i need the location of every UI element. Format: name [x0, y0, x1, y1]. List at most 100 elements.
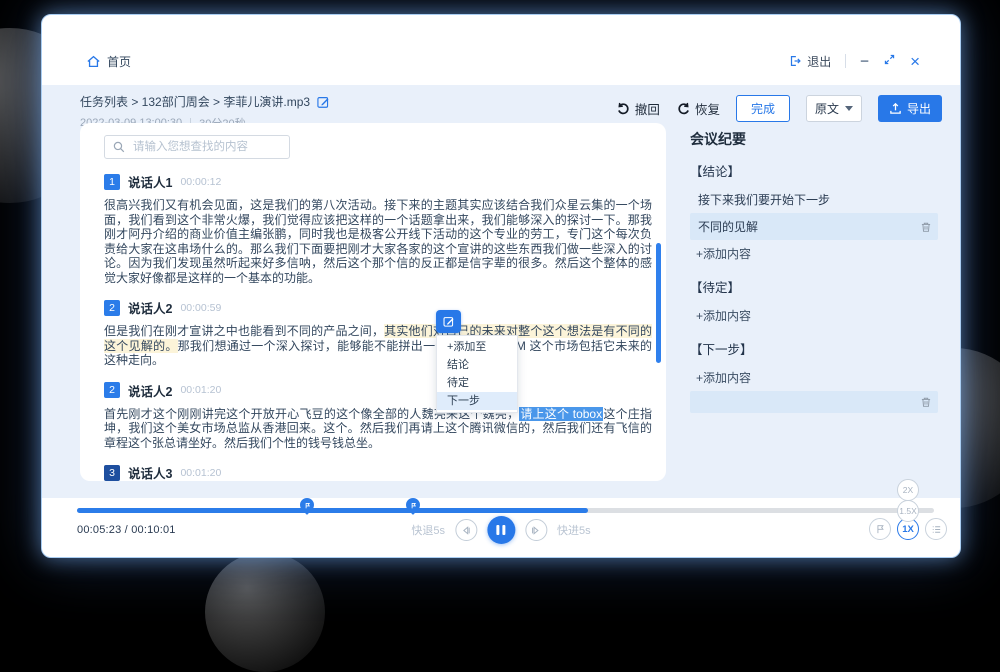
done-button[interactable]: 完成 [736, 95, 790, 122]
redo-icon [676, 101, 691, 116]
transcript-paragraph[interactable]: 但是我们在刚才宣讲之中也能看到不同的产品之间，其实他们对自己的未来对整个这个想法… [104, 324, 652, 368]
chevron-down-icon [845, 106, 853, 111]
transcript-paragraph[interactable]: 首先刚才这个刚刚讲完这个开放开心飞豆的这个像全部的人魏亮来这个魏亮，请上这个 t… [104, 407, 652, 451]
expand-icon [883, 53, 896, 66]
speed-option-2x[interactable]: 2X [897, 479, 919, 501]
redo-label: 恢复 [695, 99, 720, 118]
view-mode-label: 原文 [815, 100, 839, 117]
add-to-minutes-button[interactable] [436, 310, 461, 333]
edit-pen-icon [442, 315, 455, 328]
add-content-button[interactable]: +添加内容 [690, 302, 938, 329]
rewind-5s-button[interactable] [455, 519, 477, 541]
segment-header: 2 说话人2 00:01:20 [104, 381, 652, 400]
time-separator: / [121, 524, 131, 536]
search-icon [113, 141, 125, 153]
minutes-section-conclusion: 【结论】 [690, 161, 938, 180]
forward-5s-button[interactable] [525, 519, 547, 541]
scrollbar-thumb[interactable] [656, 243, 661, 363]
time-display: 00:05:23 / 00:10:01 [77, 524, 176, 536]
minutes-section-next: 【下一步】 [690, 339, 938, 358]
speaker-name[interactable]: 说话人2 [128, 381, 172, 400]
speaker-badge: 1 [104, 174, 120, 190]
playback-controls: 快退5s 快进5s [411, 516, 590, 544]
trash-icon[interactable] [920, 221, 932, 233]
segment-header: 2 说话人2 00:00:59 [104, 298, 652, 317]
speed-option-1-5x[interactable]: 1.5X [897, 500, 919, 522]
menu-item-pending[interactable]: 待定 [437, 374, 517, 392]
speaker-badge: 3 [104, 465, 120, 481]
minutes-item-selected[interactable] [690, 391, 938, 413]
rewind-label: 快退5s [411, 522, 445, 538]
view-mode-select[interactable]: 原文 [806, 95, 862, 122]
export-button[interactable]: 导出 [878, 95, 942, 122]
decorative-sphere [205, 552, 325, 672]
flag-pin-icon [300, 498, 314, 512]
undo-icon [616, 101, 631, 116]
progress-fill [77, 508, 588, 513]
forward-label: 快进5s [557, 522, 591, 538]
list-icon [931, 524, 942, 535]
trash-icon[interactable] [920, 396, 932, 408]
add-content-button[interactable]: +添加内容 [690, 240, 938, 267]
logout-icon [788, 54, 802, 68]
minutes-item-selected[interactable]: 不同的见解 [690, 213, 938, 240]
flag-pin-icon [406, 498, 420, 512]
menu-item-conclusion[interactable]: 结论 [437, 356, 517, 374]
paragraph-text: 那我们想通过一个深入探讨，能够能不能拼出一个对这个移动 IM 这个市场包括它未来… [104, 339, 652, 368]
close-button[interactable]: × [910, 53, 920, 70]
minimize-button[interactable]: − [860, 54, 869, 69]
marker-pin[interactable] [297, 495, 317, 515]
minutes-title: 会议纪要 [690, 129, 938, 149]
search-input[interactable] [131, 140, 289, 154]
segment-timestamp[interactable]: 00:00:12 [180, 176, 221, 188]
total-time: 00:10:01 [131, 524, 175, 536]
segment-header: 1 说话人1 00:00:12 [104, 172, 652, 191]
breadcrumb[interactable]: 任务列表 > 132部门周会 > 李菲儿演讲.mp3 [80, 93, 310, 110]
menu-item-add-to[interactable]: +添加至 [437, 338, 517, 356]
search-box[interactable] [104, 135, 290, 159]
current-time: 00:05:23 [77, 524, 121, 536]
transcript-card: 1 说话人1 00:00:12 很高兴我们又有机会见面，这是我们的第八次活动。接… [80, 123, 666, 481]
home-icon [86, 54, 101, 69]
titlebar-divider [845, 54, 846, 68]
segment-header: 3 说话人3 00:01:20 [104, 463, 652, 481]
home-label: 首页 [107, 53, 131, 70]
maximize-button[interactable] [883, 53, 896, 69]
progress-bar[interactable] [77, 508, 934, 513]
undo-button[interactable]: 撤回 [616, 99, 660, 118]
rewind-icon [461, 525, 472, 536]
segment-timestamp[interactable]: 00:01:20 [180, 384, 221, 396]
minutes-item-text: 不同的见解 [698, 220, 758, 234]
playlist-button[interactable] [925, 518, 947, 540]
speaker-name[interactable]: 说话人3 [128, 463, 172, 481]
export-icon [889, 102, 902, 115]
menu-item-next-step[interactable]: 下一步 [437, 392, 517, 410]
marker-pin[interactable] [403, 495, 423, 515]
segment-timestamp[interactable]: 00:01:20 [180, 467, 221, 479]
export-label: 导出 [907, 100, 931, 117]
undo-label: 撤回 [635, 99, 660, 118]
minutes-item[interactable]: 接下来我们要开始下一步 [690, 186, 938, 213]
minutes-section-pending: 【待定】 [690, 277, 938, 296]
audio-player: 00:05:23 / 00:10:01 快退5s 快进5s [42, 498, 960, 557]
minutes-panel: 会议纪要 【结论】 接下来我们要开始下一步 不同的见解 +添加内容 【待定】 +… [690, 129, 938, 413]
content-area: 任务列表 > 132部门周会 > 李菲儿演讲.mp3 2022-03-09 13… [42, 85, 960, 498]
edit-title-icon[interactable] [316, 95, 330, 109]
segment-timestamp[interactable]: 00:00:59 [180, 302, 221, 314]
selected-text[interactable]: 请上这个 tobox [519, 407, 603, 421]
flag-icon [875, 524, 885, 534]
transcript-paragraph[interactable]: 很高兴我们又有机会见面，这是我们的第八次活动。接下来的主题其实应该结合我们众星云… [104, 198, 652, 285]
speaker-badge: 2 [104, 382, 120, 398]
titlebar: 首页 退出 − × [42, 15, 960, 85]
marker-flag-button[interactable] [869, 518, 891, 540]
pause-button[interactable] [487, 516, 515, 544]
add-content-button[interactable]: +添加内容 [690, 364, 938, 391]
redo-button[interactable]: 恢复 [676, 99, 720, 118]
speaker-name[interactable]: 说话人1 [128, 172, 172, 191]
speaker-badge: 2 [104, 300, 120, 316]
speaker-name[interactable]: 说话人2 [128, 298, 172, 317]
paragraph-text: 但是我们在刚才宣讲之中也能看到不同的产品之间， [104, 324, 384, 338]
exit-label: 退出 [807, 53, 831, 70]
exit-button[interactable]: 退出 [788, 53, 831, 70]
home-button[interactable]: 首页 [86, 53, 131, 70]
